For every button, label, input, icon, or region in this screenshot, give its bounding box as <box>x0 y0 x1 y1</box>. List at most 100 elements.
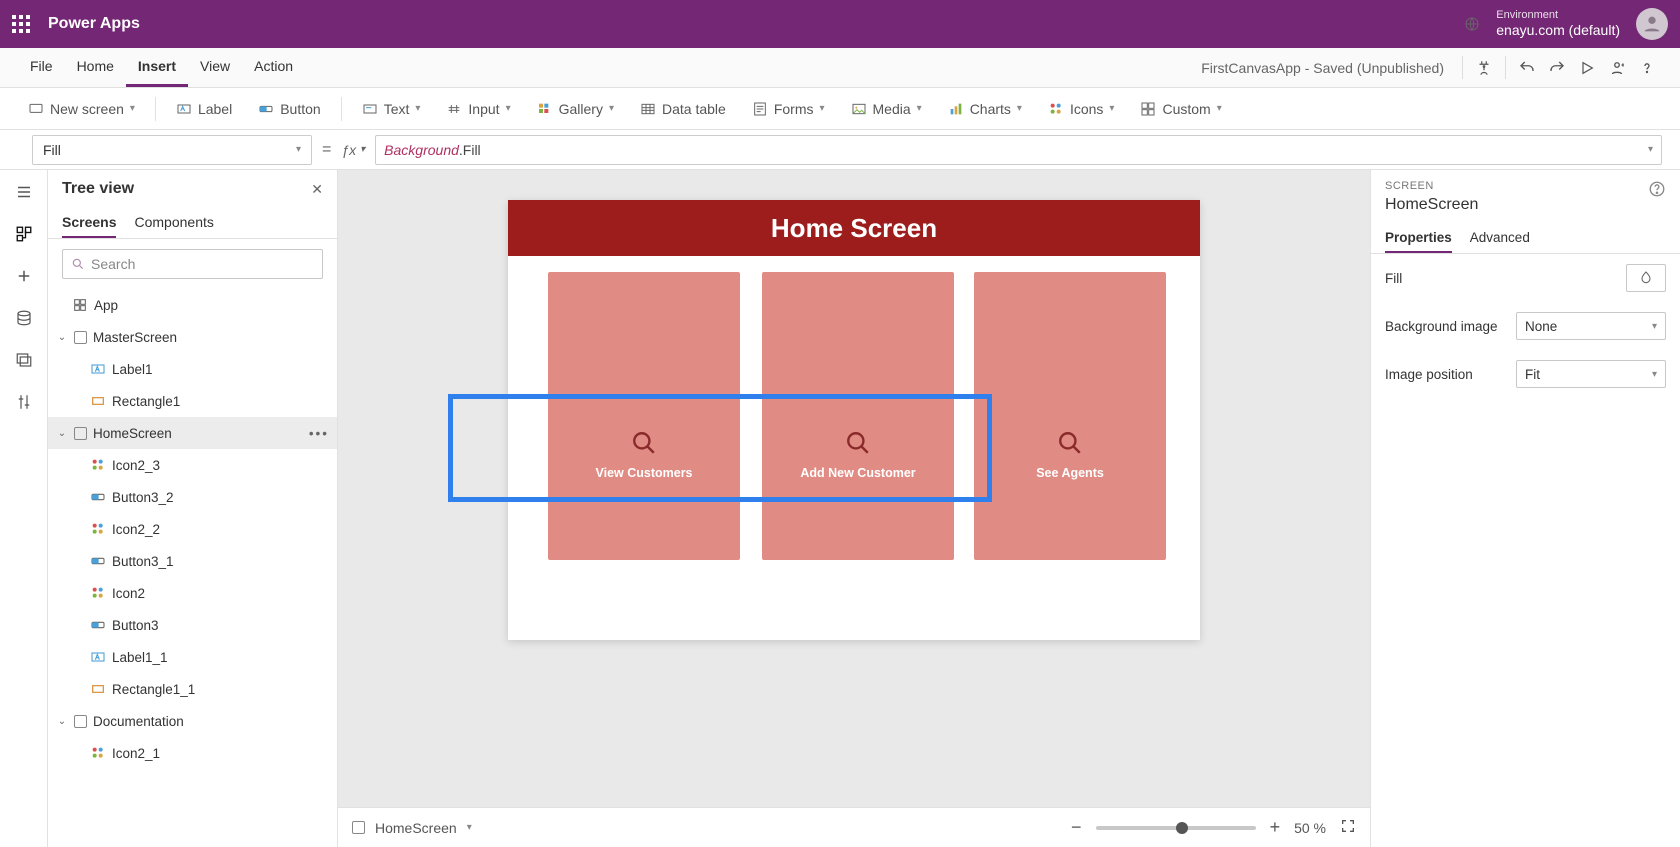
tree-node-icon2-3[interactable]: Icon2_3 <box>48 449 337 481</box>
help-icon[interactable] <box>1632 48 1662 87</box>
environment-picker[interactable]: Environment enayu.com (default) <box>1496 9 1620 39</box>
play-icon[interactable] <box>1572 48 1602 87</box>
chevron-down-icon[interactable]: ▾ <box>467 822 472 833</box>
menu-file[interactable]: File <box>18 48 65 87</box>
tree-node-label: MasterScreen <box>93 330 177 345</box>
tree-node-button3-1[interactable]: Button3_1 <box>48 545 337 577</box>
ribbon-media-label: Media <box>873 101 911 117</box>
ribbon-custom[interactable]: Custom▾ <box>1130 97 1231 121</box>
prop-tab-properties[interactable]: Properties <box>1385 224 1452 253</box>
tree-list[interactable]: App ⌄MasterScreen Label1 Rectangle1 ⌄Hom… <box>48 289 337 847</box>
tree-node-label1-1[interactable]: Label1_1 <box>48 641 337 673</box>
environment-icon[interactable] <box>1464 16 1480 32</box>
canvas-header: Home Screen <box>508 200 1200 256</box>
menu-home[interactable]: Home <box>65 48 126 87</box>
prop-imgpos-select[interactable]: Fit▾ <box>1516 360 1666 388</box>
tree-node-documentation[interactable]: ⌄Documentation <box>48 705 337 737</box>
fx-icon[interactable]: ƒx▾ <box>341 142 365 158</box>
tree-node-label: Label1_1 <box>112 650 168 665</box>
environment-label: Environment <box>1496 9 1620 22</box>
rail-tree-icon[interactable] <box>12 222 36 246</box>
menu-insert[interactable]: Insert <box>126 48 188 87</box>
tree-node-label: Button3_1 <box>112 554 174 569</box>
tree-tab-screens[interactable]: Screens <box>62 208 116 238</box>
charts-icon <box>948 101 964 117</box>
avatar[interactable] <box>1636 8 1668 40</box>
tree-node-homescreen[interactable]: ⌄HomeScreen••• <box>48 417 337 449</box>
canvas-tile-view-customers[interactable]: View Customers <box>548 272 740 560</box>
tree-node-rectangle1[interactable]: Rectangle1 <box>48 385 337 417</box>
tree-node-icon2-1[interactable]: Icon2_1 <box>48 737 337 769</box>
zoom-out-icon[interactable]: − <box>1071 817 1082 838</box>
ribbon-input[interactable]: Input▾ <box>436 97 520 121</box>
ribbon-label[interactable]: Label <box>166 97 242 121</box>
tree-search-box[interactable]: Search <box>62 249 323 279</box>
icons-node-icon <box>90 457 106 473</box>
property-selector-value: Fill <box>43 142 61 158</box>
prop-help-icon[interactable] <box>1648 180 1666 201</box>
prop-name: HomeScreen <box>1385 196 1666 214</box>
custom-icon <box>1140 101 1156 117</box>
tree-node-icon2[interactable]: Icon2 <box>48 577 337 609</box>
ribbon-new-screen[interactable]: New screen▾ <box>18 97 145 121</box>
ribbon-label-text: Label <box>198 101 232 117</box>
prop-fill-picker[interactable] <box>1626 264 1666 292</box>
ribbon-forms[interactable]: Forms▾ <box>742 97 835 121</box>
canvas-tile-label: View Customers <box>548 466 740 480</box>
canvas-screen[interactable]: Home Screen View Customers Add New Custo… <box>508 200 1200 640</box>
rail-advanced-icon[interactable] <box>12 390 36 414</box>
search-icon <box>631 430 657 459</box>
app-checker-icon[interactable] <box>1469 48 1499 87</box>
ribbon-media[interactable]: Media▾ <box>841 97 932 121</box>
zoom-slider[interactable] <box>1096 826 1256 830</box>
icons-node-icon <box>90 745 106 761</box>
tree-close-icon[interactable]: ✕ <box>311 181 323 198</box>
tree-node-rectangle1-1[interactable]: Rectangle1_1 <box>48 673 337 705</box>
tree-node-label1[interactable]: Label1 <box>48 353 337 385</box>
ribbon-button[interactable]: Button <box>248 97 330 121</box>
side-rail <box>0 170 48 847</box>
ribbon-gallery[interactable]: Gallery▾ <box>527 97 624 121</box>
canvas-tile-add-customer[interactable]: Add New Customer <box>762 272 954 560</box>
tree-node-label: Icon2_3 <box>112 458 160 473</box>
button-node-icon <box>90 617 106 633</box>
rail-media-icon[interactable] <box>12 348 36 372</box>
ribbon-text[interactable]: Text▾ <box>352 97 431 121</box>
prop-fill-label: Fill <box>1385 271 1402 286</box>
tree-node-app[interactable]: App <box>48 289 337 321</box>
rail-data-icon[interactable] <box>12 306 36 330</box>
undo-icon[interactable] <box>1512 48 1542 87</box>
ribbon-new-screen-label: New screen <box>50 101 124 117</box>
button-node-icon <box>90 553 106 569</box>
tree-node-more-icon[interactable]: ••• <box>309 426 329 441</box>
fit-screen-icon[interactable] <box>1340 818 1356 837</box>
waffle-icon[interactable] <box>12 15 30 33</box>
menu-action[interactable]: Action <box>242 48 305 87</box>
zoom-in-icon[interactable]: + <box>1270 817 1281 838</box>
property-selector[interactable]: Fill▾ <box>32 135 312 165</box>
share-icon[interactable] <box>1602 48 1632 87</box>
rail-insert-icon[interactable] <box>12 264 36 288</box>
footer-screen-checkbox[interactable] <box>352 821 365 834</box>
prop-bgimage-select[interactable]: None▾ <box>1516 312 1666 340</box>
canvas-tile-label: See Agents <box>974 466 1166 480</box>
ribbon-data-table[interactable]: Data table <box>630 97 736 121</box>
tree-tab-components[interactable]: Components <box>134 208 213 238</box>
footer-screen-name[interactable]: HomeScreen <box>375 820 457 836</box>
ribbon-charts[interactable]: Charts▾ <box>938 97 1032 121</box>
ribbon-charts-label: Charts <box>970 101 1011 117</box>
forms-icon <box>752 101 768 117</box>
menu-view[interactable]: View <box>188 48 242 87</box>
canvas-tile-see-agents[interactable]: See Agents <box>974 272 1166 560</box>
tree-node-masterscreen[interactable]: ⌄MasterScreen <box>48 321 337 353</box>
tree-node-button3-2[interactable]: Button3_2 <box>48 481 337 513</box>
rail-hamburger-icon[interactable] <box>12 180 36 204</box>
prop-tab-advanced[interactable]: Advanced <box>1470 224 1530 253</box>
ribbon-icons[interactable]: Icons▾ <box>1038 97 1125 121</box>
tree-node-icon2-2[interactable]: Icon2_2 <box>48 513 337 545</box>
canvas-footer: HomeScreen ▾ − + 50 % <box>338 807 1370 847</box>
tree-node-button3[interactable]: Button3 <box>48 609 337 641</box>
redo-icon[interactable] <box>1542 48 1572 87</box>
tree-title: Tree view <box>62 180 134 198</box>
formula-input[interactable]: Background.Fill ▾ <box>375 135 1662 165</box>
